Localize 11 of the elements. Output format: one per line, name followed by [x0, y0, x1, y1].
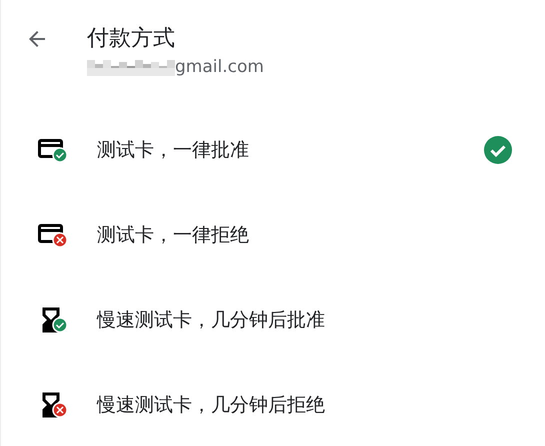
option-label: 测试卡，一律批准: [97, 138, 250, 162]
payment-option[interactable]: 测试卡，一律拒绝: [1, 192, 545, 277]
account-email: gmail.com: [175, 57, 264, 77]
page-title: 付款方式: [87, 25, 176, 53]
option-label: 慢速测试卡，几分钟后拒绝: [97, 392, 326, 418]
payment-option[interactable]: 测试卡，一律批准: [1, 107, 545, 192]
payment-option[interactable]: 慢速测试卡，几分钟后批准: [1, 277, 545, 362]
option-label: 慢速测试卡，几分钟后批准: [97, 308, 326, 332]
payment-option[interactable]: 慢速测试卡，几分钟后拒绝: [1, 362, 545, 446]
option-label: 测试卡，一律拒绝: [97, 222, 250, 248]
check-circle-icon: [484, 136, 512, 164]
